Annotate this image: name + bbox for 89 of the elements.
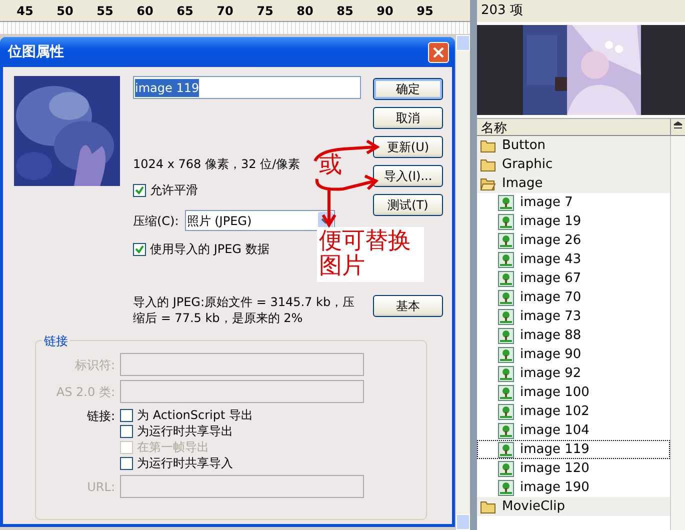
ruler-label: 70 — [216, 2, 234, 20]
group-title: 链接 — [42, 332, 70, 350]
import-info-text: 导入的 JPEG:原始文件 = 3145.7 kb，压缩后 = 77.5 kb，是原来的 2% — [133, 294, 356, 326]
ruler-label: 50 — [56, 2, 74, 20]
bitmap-icon — [498, 214, 514, 230]
basic-button[interactable]: 基本 — [373, 295, 443, 317]
folder-item[interactable]: Graphic — [477, 155, 670, 174]
library-item[interactable]: image 19 — [477, 212, 670, 231]
ok-button[interactable]: 确定 — [373, 78, 443, 100]
item-count: 203 项 — [481, 2, 523, 20]
library-item[interactable]: image 7 — [477, 193, 670, 212]
library-item[interactable]: image 70 — [477, 288, 670, 307]
library-item[interactable]: image 119 — [477, 440, 670, 459]
library-item[interactable]: image 100 — [477, 383, 670, 402]
ruler-label: 45 — [16, 2, 34, 20]
bitmap-icon — [498, 480, 514, 496]
checkbox[interactable] — [120, 424, 133, 438]
dialog-button[interactable]: 导入(I)... — [373, 165, 443, 187]
library-item[interactable]: image 190 — [477, 478, 670, 497]
annotation-text: 便可替换图片 — [317, 227, 424, 282]
linkage-label: 链接: — [86, 409, 115, 423]
bitmap-icon — [498, 422, 514, 438]
checkbox[interactable] — [120, 456, 133, 470]
checkbox-label: 允许平滑 — [150, 182, 198, 199]
folder-item[interactable]: MovieClip — [477, 497, 670, 516]
bitmap-icon — [498, 442, 514, 458]
image-info-text: 1024 x 768 像素，32 位/像素 — [133, 156, 300, 173]
bitmap-icon — [498, 404, 514, 420]
dialog-button[interactable]: 更新(U) — [373, 136, 443, 158]
scrollbar[interactable] — [670, 136, 685, 530]
library-item[interactable]: image 88 — [477, 326, 670, 345]
scrollbar[interactable] — [455, 35, 470, 530]
open-folder-icon — [480, 176, 496, 192]
checkbox-label: 为 ActionScript 导出 — [137, 407, 254, 424]
field-label: AS 2.0 类: — [55, 384, 116, 400]
library-item[interactable]: image 92 — [477, 364, 670, 383]
dialog-title: 位图属性 — [8, 42, 64, 62]
bitmap-icon — [498, 328, 514, 344]
bitmap-icon — [498, 366, 514, 382]
bitmap-icon — [498, 308, 514, 324]
library-item[interactable]: image 43 — [477, 250, 670, 269]
name-field[interactable]: image 119 — [133, 76, 361, 99]
ruler-label: 75 — [256, 2, 274, 20]
ruler-label: 90 — [376, 2, 394, 20]
bitmap-icon — [498, 194, 514, 210]
dialog-button[interactable]: 测试(T) — [373, 194, 443, 216]
ruler-label: 85 — [336, 2, 354, 20]
bitmap-icon — [498, 270, 514, 286]
close-icon[interactable] — [433, 46, 444, 58]
annotation-text: 或 — [319, 153, 342, 178]
checkbox-label: 在第一帧导出 — [137, 439, 209, 456]
checkbox[interactable] — [120, 408, 133, 422]
folder-item[interactable]: Image — [477, 174, 670, 193]
ruler-label: 60 — [136, 2, 154, 20]
library-item[interactable]: image 120 — [477, 459, 670, 478]
field-label: 标识符: — [74, 356, 116, 374]
check-icon — [135, 186, 144, 194]
library-item[interactable]: image 67 — [477, 269, 670, 288]
checkbox-label: 使用导入的 JPEG 数据 — [150, 241, 270, 258]
close-button[interactable] — [428, 42, 449, 62]
library-item[interactable]: image 90 — [477, 345, 670, 364]
library-item[interactable]: image 73 — [477, 307, 670, 326]
compression-dropdown[interactable]: 照片 (JPEG) — [184, 210, 335, 231]
input-field[interactable] — [120, 380, 364, 403]
folder-icon — [480, 498, 496, 514]
bitmap-icon — [498, 290, 514, 306]
checkbox[interactable] — [133, 242, 146, 256]
ruler-label: 80 — [296, 2, 314, 20]
checkbox[interactable] — [133, 184, 146, 196]
library-item[interactable]: image 104 — [477, 421, 670, 440]
library-item[interactable]: image 26 — [477, 231, 670, 250]
checkbox-label: 为运行时共享导入 — [137, 455, 233, 472]
folder-item[interactable]: Button — [477, 136, 670, 155]
bitmap-icon — [498, 252, 514, 268]
check-icon — [135, 244, 144, 254]
bitmap-icon — [498, 346, 514, 362]
ruler-label: 65 — [176, 2, 194, 20]
bitmap-icon — [498, 384, 514, 400]
bitmap-icon — [498, 460, 514, 476]
dialog-button[interactable]: 取消 — [373, 107, 443, 129]
input-field[interactable] — [120, 353, 364, 376]
library-item[interactable]: image 102 — [477, 402, 670, 421]
field-label: URL: — [86, 478, 116, 496]
input-field[interactable] — [120, 475, 364, 498]
ruler-label: 55 — [96, 2, 114, 20]
compression-label: 压缩(C): — [133, 212, 179, 230]
checkbox-label: 为运行时共享导出 — [137, 423, 233, 440]
ruler-label: 95 — [416, 2, 434, 20]
bitmap-icon — [498, 232, 514, 248]
